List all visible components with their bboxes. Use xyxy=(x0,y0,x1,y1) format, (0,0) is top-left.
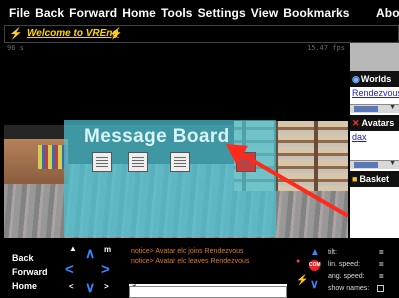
basket-list xyxy=(350,187,399,238)
turn-left-icon[interactable]: < xyxy=(65,262,74,277)
menu-file[interactable]: File xyxy=(9,6,30,20)
menubar: File Back Forward Home Tools Settings Vi… xyxy=(0,0,399,25)
right-panel: ◉ Worlds Rendezvous ▼ ✕ Avatars dax ▼ ■ … xyxy=(350,43,399,238)
fps-readout: 15.47 fps xyxy=(307,44,345,52)
strafe-left-icon[interactable]: < xyxy=(69,283,74,291)
console-line: notice> Avatar elc joins Rendezvous xyxy=(131,248,244,255)
nav-home-button[interactable]: Home xyxy=(12,281,37,291)
menu-back[interactable]: Back xyxy=(35,6,64,20)
message-board-title: Message Board xyxy=(84,126,230,147)
menu-settings[interactable]: Settings xyxy=(198,6,246,20)
console-line: notice> Avatar elc leaves Rendezvous xyxy=(131,258,250,265)
avatars-scrollbar[interactable]: ▼ xyxy=(350,160,399,169)
globe-icon: ◉ xyxy=(352,73,360,84)
tilt-up-icon[interactable]: ▲ xyxy=(310,248,320,258)
basket-header[interactable]: ■ Basket xyxy=(350,171,399,187)
lin-speed-label: lin. speed: xyxy=(328,261,360,268)
nav-back-button[interactable]: Back xyxy=(12,253,34,263)
frame-counter: 96 s xyxy=(7,44,24,52)
console-log: notice> Avatar elc joins Rendezvous noti… xyxy=(129,246,287,290)
menu-tools[interactable]: Tools xyxy=(161,6,193,20)
worlds-list: Rendezvous xyxy=(350,87,399,103)
welcome-bar: ⚡ Welcome to VREng ⚡ xyxy=(4,25,399,43)
avatar-link-dax[interactable]: dax xyxy=(352,132,367,142)
lin-speed-value: = xyxy=(379,260,384,269)
tilt-down-icon[interactable]: ∨ xyxy=(310,278,319,290)
show-names-checkbox[interactable] xyxy=(377,285,384,292)
red-arrow-icon xyxy=(226,144,348,218)
board-document-icon[interactable] xyxy=(170,152,190,172)
close-icon: ✕ xyxy=(352,117,360,128)
tilt-value: = xyxy=(379,248,384,257)
board-document-icon[interactable] xyxy=(92,152,112,172)
menu-view[interactable]: View xyxy=(251,6,279,20)
m-key[interactable]: m xyxy=(104,246,111,254)
world-link-rendezvous[interactable]: Rendezvous xyxy=(352,88,399,98)
lightning-icon: ⚡ xyxy=(109,28,123,40)
ang-speed-label: ang. speed: xyxy=(328,273,365,280)
lightning-icon: ⚡ xyxy=(9,28,23,40)
tilt-label: tilt: xyxy=(328,249,337,256)
board-document-icon[interactable] xyxy=(128,152,148,172)
menu-forward[interactable]: Forward xyxy=(69,6,117,20)
chat-input[interactable] xyxy=(129,286,287,298)
3d-viewport[interactable]: 96 s 15.47 fps Message Board xyxy=(4,43,348,238)
turn-right-icon[interactable]: > xyxy=(101,262,110,277)
look-up-icon[interactable]: ▲ xyxy=(69,245,77,253)
com-button[interactable]: COM xyxy=(309,260,321,271)
worlds-scrollbar[interactable]: ▼ xyxy=(350,104,399,113)
worlds-header[interactable]: ◉ Worlds xyxy=(350,71,399,87)
backward-arrow-icon[interactable]: ∨ xyxy=(85,280,95,294)
strafe-right-icon[interactable]: > xyxy=(104,283,109,291)
lightning-icon[interactable]: ⚡ xyxy=(296,276,308,286)
avatars-header[interactable]: ✕ Avatars xyxy=(350,115,399,131)
menu-home[interactable]: Home xyxy=(122,6,156,20)
left-wall xyxy=(4,139,68,184)
forward-arrow-icon[interactable]: ∧ xyxy=(85,246,95,260)
ang-speed-value: = xyxy=(379,272,384,281)
show-names-label: show names: xyxy=(328,285,370,292)
red-dot-icon[interactable]: ● xyxy=(296,258,300,265)
menu-about[interactable]: Abo xyxy=(376,6,399,20)
nav-forward-button[interactable]: Forward xyxy=(12,267,48,277)
folder-icon: ■ xyxy=(352,174,358,184)
menu-bookmarks[interactable]: Bookmarks xyxy=(283,6,349,20)
welcome-link[interactable]: Welcome to VREng xyxy=(27,28,119,39)
